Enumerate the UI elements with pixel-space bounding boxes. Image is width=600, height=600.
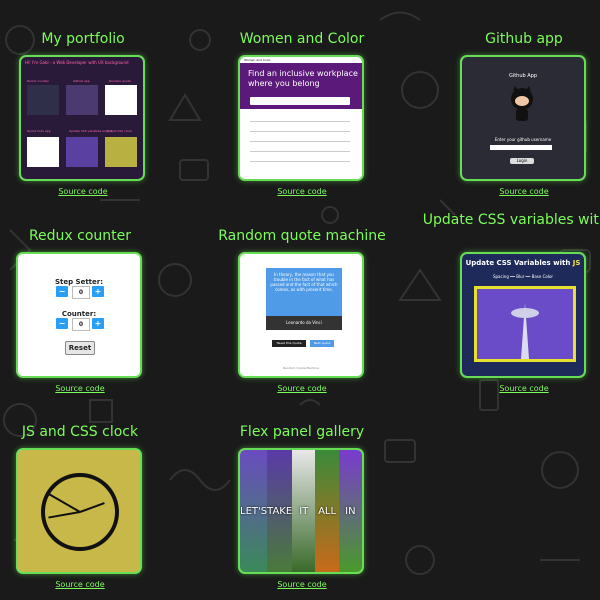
step-value[interactable]: 0 [72, 286, 90, 299]
thumb-label: Redux todo app [27, 129, 51, 133]
step-plus-button[interactable]: + [92, 286, 104, 297]
project-title: Update CSS variables with JS [422, 212, 600, 228]
flex-panel: TAKE [267, 450, 293, 572]
footer-text: Random Quote Machine [282, 366, 319, 370]
project-title: Redux counter [28, 228, 132, 244]
list-row [250, 151, 350, 152]
tweet-quote-button[interactable]: Tweet this Quote [272, 340, 306, 347]
tower-image [474, 286, 576, 362]
project-thumbnail-random-quote[interactable]: In theory, the reason that you trouble i… [238, 252, 364, 378]
list-row [250, 131, 350, 132]
step-setter-label: Step Setter: [54, 278, 104, 286]
thumb-label: Redux counter [27, 79, 49, 83]
counter-control: − 0 + [56, 318, 106, 331]
hero-text: Find an inclusive workplace where you be… [248, 69, 358, 88]
project-card-css-variables: Update CSS variables with JS Update CSS … [419, 212, 600, 393]
project-title: Random quote machine [218, 228, 386, 244]
flex-panel: IN [338, 450, 362, 572]
project-title: Github app [485, 31, 563, 47]
counter-plus-button[interactable]: + [92, 318, 104, 329]
search-bar [250, 97, 350, 105]
project-thumbnail-women-and-color[interactable]: Women and Color Find an inclusive workpl… [238, 55, 364, 181]
project-card-portfolio: My portfolio Hi! I'm Gabi - a Web Develo… [0, 31, 188, 196]
source-code-link[interactable]: Source code [419, 187, 600, 196]
project-thumbnail-clock[interactable] [16, 448, 142, 574]
login-button[interactable]: Login [510, 158, 534, 164]
counter-label: Counter: [61, 310, 97, 318]
counter-value: 0 [72, 318, 90, 331]
thumb-tile [105, 85, 137, 115]
site-title: Women and Color [244, 58, 271, 62]
project-title: My portfolio [41, 31, 125, 47]
flex-panel: IT [292, 450, 316, 572]
thumb-label: Update CSS variables with JS [69, 129, 113, 133]
list-row [250, 161, 350, 162]
source-code-link[interactable]: Source code [197, 384, 407, 393]
next-quote-button[interactable]: Next quote [310, 340, 334, 347]
project-title: JS and CSS clock [21, 424, 139, 440]
project-thumbnail-flex-gallery[interactable]: LET'S TAKE IT ALL IN [238, 448, 364, 574]
project-title: Flex panel gallery [239, 424, 365, 440]
project-thumbnail-css-variables[interactable]: Update CSS Variables with JS Spacing ━━ … [460, 252, 586, 378]
step-minus-button[interactable]: − [56, 286, 68, 297]
thumb-tile [105, 137, 137, 167]
octocat-icon [511, 86, 533, 121]
project-thumbnail-redux-counter[interactable]: Step Setter: − 0 + Counter: − 0 + Reset [16, 252, 142, 378]
portfolio-header: Hi! I'm Gabi - a Web Developer with UX b… [25, 60, 129, 65]
thumb-tile [27, 137, 59, 167]
css-vars-controls[interactable]: Spacing ━━ Blur ━━ Base Color [462, 274, 584, 279]
source-code-link[interactable]: Source code [197, 187, 407, 196]
reset-button[interactable]: Reset [65, 341, 95, 355]
flex-panel: LET'S [240, 450, 268, 572]
project-card-clock: JS and CSS clock Source code [0, 424, 185, 589]
project-card-flex-gallery: Flex panel gallery LET'S TAKE IT ALL IN … [197, 424, 407, 589]
css-vars-title-prefix: Update CSS Variables with [465, 259, 573, 267]
project-thumbnail-github-app[interactable]: Github App Enter your github username Lo… [460, 55, 586, 181]
thumb-label: Random quote [109, 79, 132, 83]
source-code-link[interactable]: Source code [197, 580, 407, 589]
project-card-women-and-color: Women and Color Women and Color Find an … [197, 31, 407, 196]
project-thumbnail-portfolio[interactable]: Hi! I'm Gabi - a Web Developer with UX b… [19, 55, 145, 181]
source-code-link[interactable]: Source code [0, 187, 188, 196]
thumb-tile [66, 85, 98, 115]
source-code-link[interactable]: Source code [0, 580, 185, 589]
step-setter-control: − 0 + [56, 286, 106, 299]
project-card-random-quote: Random quote machine In theory, the reas… [197, 228, 407, 393]
thumb-label: Github app [73, 79, 90, 83]
counter-minus-button[interactable]: − [56, 318, 68, 329]
project-title: Women and Color [239, 31, 365, 47]
project-card-redux-counter: Redux counter Step Setter: − 0 + Counter… [0, 228, 185, 393]
app-title: Github App [508, 73, 538, 79]
source-code-link[interactable]: Source code [0, 384, 185, 393]
quote-author: Leonardo da Vinci [266, 316, 342, 330]
project-card-github-app: Github app Github App Enter your github … [419, 31, 600, 196]
list-row [250, 141, 350, 142]
quote-text: In theory, the reason that you trouble i… [266, 268, 342, 316]
source-code-link[interactable]: Source code [419, 384, 600, 393]
username-input[interactable] [490, 145, 552, 150]
thumb-label: JS and CSS clock [107, 129, 132, 133]
flex-panel: ALL [315, 450, 339, 572]
css-vars-title-js: JS [572, 259, 581, 267]
tower-illustration [477, 289, 573, 359]
thumb-tile [66, 137, 98, 167]
username-prompt: Enter your github username [494, 137, 552, 142]
thumb-tile [27, 85, 59, 115]
list-row [250, 121, 350, 122]
css-vars-title: Update CSS Variables with JS [462, 259, 584, 267]
